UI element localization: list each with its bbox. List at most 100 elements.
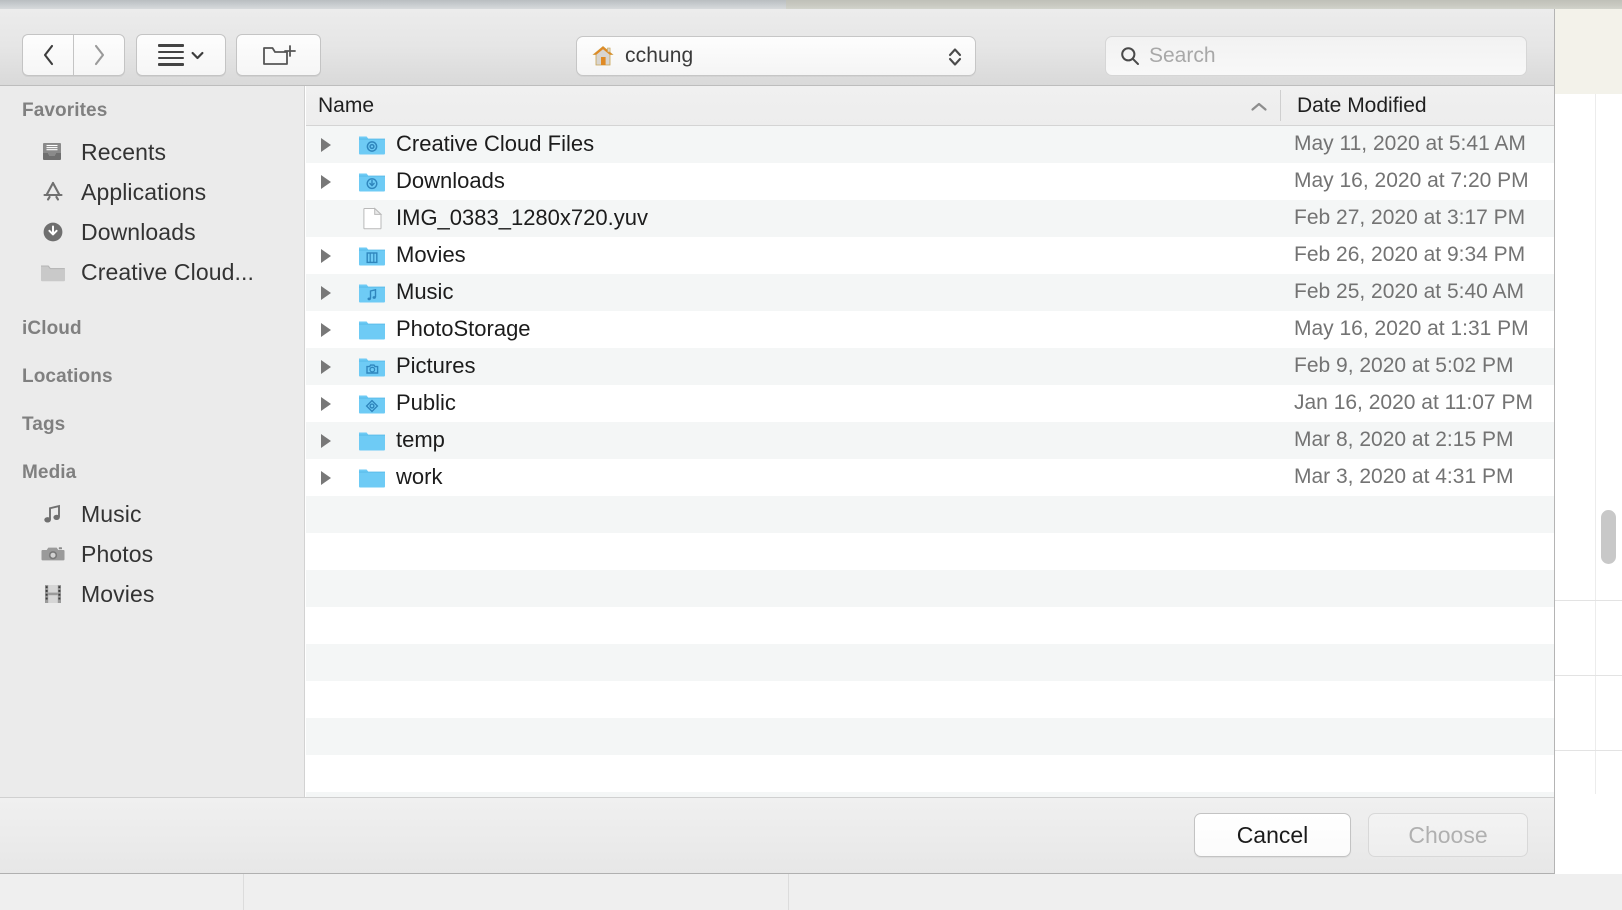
sidebar-item-label: Photos bbox=[81, 540, 154, 567]
column-header-name[interactable]: Name bbox=[318, 94, 374, 118]
empty-row bbox=[306, 644, 1554, 681]
table-row[interactable]: Music Feb 25, 2020 at 5:40 AM bbox=[306, 274, 1554, 311]
desktop-divider bbox=[788, 874, 789, 910]
sidebar-section-favorites: Favorites bbox=[22, 100, 108, 121]
empty-row bbox=[306, 718, 1554, 755]
sidebar-section-tags: Tags bbox=[22, 414, 66, 435]
file-name: Pictures bbox=[396, 353, 476, 378]
column-header-date-modified[interactable]: Date Modified bbox=[1297, 94, 1427, 118]
file-date-modified: May 11, 2020 at 5:41 AM bbox=[1294, 132, 1526, 155]
view-mode-button[interactable] bbox=[136, 34, 226, 76]
background-row-divider bbox=[1555, 600, 1622, 601]
chevron-down-icon bbox=[191, 51, 204, 59]
disclosure-triangle-icon[interactable] bbox=[321, 323, 331, 337]
file-date-modified: Mar 3, 2020 at 4:31 PM bbox=[1294, 465, 1514, 488]
disclosure-triangle-icon[interactable] bbox=[321, 360, 331, 374]
disclosure-triangle-icon[interactable] bbox=[321, 397, 331, 411]
table-row[interactable]: Creative Cloud Files May 11, 2020 at 5:4… bbox=[306, 126, 1554, 163]
file-rows: Creative Cloud Files May 11, 2020 at 5:4… bbox=[306, 126, 1554, 797]
sidebar-item-photos[interactable]: Photos bbox=[0, 534, 304, 574]
file-date-modified: Jan 16, 2020 at 11:07 PM bbox=[1294, 391, 1533, 414]
sidebar-section-icloud: iCloud bbox=[22, 318, 82, 339]
table-row[interactable]: Movies Feb 26, 2020 at 9:34 PM bbox=[306, 237, 1554, 274]
background-scrollbar-track[interactable] bbox=[1596, 94, 1622, 794]
chevron-left-icon bbox=[43, 44, 53, 66]
document-icon bbox=[358, 207, 386, 230]
choose-button: Choose bbox=[1368, 813, 1528, 857]
path-popup-button[interactable]: cchung bbox=[576, 36, 976, 76]
file-name: work bbox=[396, 464, 443, 489]
sidebar-item-recents[interactable]: Recents bbox=[0, 132, 304, 172]
desktop-background bbox=[0, 874, 1622, 910]
folder-icon bbox=[358, 318, 386, 341]
sidebar-item-music[interactable]: Music bbox=[0, 494, 304, 534]
file-name: Music bbox=[396, 279, 454, 304]
column-divider[interactable] bbox=[1280, 90, 1281, 121]
file-date-modified: Feb 27, 2020 at 3:17 PM bbox=[1294, 206, 1526, 229]
path-label: cchung bbox=[625, 44, 694, 67]
table-row[interactable]: temp Mar 8, 2020 at 2:15 PM bbox=[306, 422, 1554, 459]
search-placeholder: Search bbox=[1149, 44, 1216, 67]
folder-downloads-icon bbox=[358, 170, 386, 193]
table-row[interactable]: PhotoStorage May 16, 2020 at 1:31 PM bbox=[306, 311, 1554, 348]
disclosure-triangle-icon[interactable] bbox=[321, 249, 331, 263]
sidebar-item-downloads[interactable]: Downloads bbox=[0, 212, 304, 252]
table-row[interactable]: Public Jan 16, 2020 at 11:07 PM bbox=[306, 385, 1554, 422]
file-name: Public bbox=[396, 390, 456, 415]
empty-row bbox=[306, 533, 1554, 570]
folder-music-icon bbox=[358, 281, 386, 304]
disclosure-triangle-icon[interactable] bbox=[321, 286, 331, 300]
background-column-divider bbox=[1595, 94, 1596, 794]
background-window-titlebar-right bbox=[786, 0, 1622, 9]
forward-button[interactable] bbox=[73, 34, 125, 76]
empty-row bbox=[306, 570, 1554, 607]
folder-movies-icon bbox=[358, 244, 386, 267]
disclosure-triangle-icon[interactable] bbox=[321, 138, 331, 152]
music-note-icon bbox=[38, 499, 68, 529]
empty-row bbox=[306, 496, 1554, 533]
file-name: PhotoStorage bbox=[396, 316, 531, 341]
file-date-modified: May 16, 2020 at 1:31 PM bbox=[1294, 317, 1529, 340]
sidebar-item-applications[interactable]: Applications bbox=[0, 172, 304, 212]
sidebar-item-label: Movies bbox=[81, 580, 155, 607]
background-window-titlebar-left bbox=[0, 0, 786, 9]
dialog-footer: Cancel Choose bbox=[0, 797, 1554, 873]
sidebar-item-label: Music bbox=[81, 500, 142, 527]
table-row[interactable]: Downloads May 16, 2020 at 7:20 PM bbox=[306, 163, 1554, 200]
new-folder-button[interactable] bbox=[236, 34, 321, 76]
disclosure-triangle-icon[interactable] bbox=[321, 175, 331, 189]
folder-icon bbox=[358, 466, 386, 489]
table-row[interactable]: Pictures Feb 9, 2020 at 5:02 PM bbox=[306, 348, 1554, 385]
chevron-right-icon bbox=[94, 44, 104, 66]
camera-icon bbox=[38, 539, 68, 569]
screen: cchung Search Favorites Recents Applicat… bbox=[0, 0, 1622, 910]
disclosure-triangle-icon[interactable] bbox=[321, 434, 331, 448]
table-row[interactable]: work Mar 3, 2020 at 4:31 PM bbox=[306, 459, 1554, 496]
file-date-modified: Mar 8, 2020 at 2:15 PM bbox=[1294, 428, 1514, 451]
column-headers: Name Date Modified bbox=[306, 86, 1554, 126]
downloads-icon bbox=[38, 217, 68, 247]
back-button[interactable] bbox=[22, 34, 73, 76]
folder-public-icon bbox=[358, 392, 386, 415]
disclosure-triangle-icon[interactable] bbox=[321, 471, 331, 485]
sort-ascending-icon bbox=[1251, 102, 1267, 111]
background-row-divider bbox=[1555, 675, 1622, 676]
empty-row bbox=[306, 755, 1554, 792]
file-name: Movies bbox=[396, 242, 466, 267]
recents-icon bbox=[38, 137, 68, 167]
cancel-button[interactable]: Cancel bbox=[1194, 813, 1351, 857]
file-name: IMG_0383_1280x720.yuv bbox=[396, 205, 648, 230]
file-date-modified: Feb 9, 2020 at 5:02 PM bbox=[1294, 354, 1514, 377]
sidebar-item-movies[interactable]: Movies bbox=[0, 574, 304, 614]
background-scrollbar-thumb[interactable] bbox=[1601, 510, 1616, 564]
table-row[interactable]: IMG_0383_1280x720.yuv Feb 27, 2020 at 3:… bbox=[306, 200, 1554, 237]
stepper-updown-icon bbox=[948, 48, 962, 66]
background-row-divider bbox=[1555, 750, 1622, 751]
search-field[interactable]: Search bbox=[1105, 36, 1527, 76]
sidebar-item-creative-cloud[interactable]: Creative Cloud... bbox=[0, 252, 304, 292]
sidebar-section-locations: Locations bbox=[22, 366, 113, 387]
sidebar-item-label: Recents bbox=[81, 138, 167, 165]
file-name: Creative Cloud Files bbox=[396, 131, 595, 156]
file-name: temp bbox=[396, 427, 445, 452]
file-name: Downloads bbox=[396, 168, 505, 193]
